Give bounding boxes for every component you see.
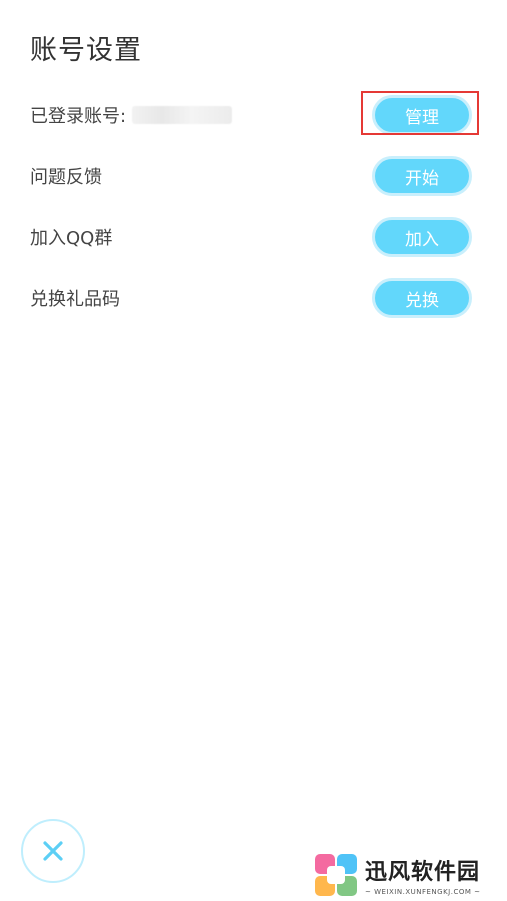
watermark-subtitle: ~ WEIXIN.XUNFENGKJ.COM ~: [365, 888, 481, 896]
close-button[interactable]: [21, 819, 85, 883]
row-feedback: 问题反馈 开始: [30, 154, 476, 198]
watermark-logo-icon: [315, 854, 357, 896]
watermark: 迅风软件园 ~ WEIXIN.XUNFENGKJ.COM ~: [313, 852, 503, 898]
close-icon: [43, 841, 63, 861]
logged-account-label: 已登录账号:: [30, 106, 127, 127]
row-gift-code: 兑换礼品码 兑换: [30, 276, 476, 320]
gift-code-label: 兑换礼品码: [30, 289, 120, 310]
start-feedback-button[interactable]: 开始: [372, 156, 472, 196]
masked-account-value: [132, 106, 233, 124]
row-qq-group: 加入QQ群 加入: [30, 215, 476, 259]
join-qq-button[interactable]: 加入: [372, 217, 472, 257]
watermark-title: 迅风软件园: [365, 860, 481, 885]
page-title: 账号设置: [30, 35, 142, 66]
feedback-label: 问题反馈: [30, 167, 102, 188]
qq-group-label: 加入QQ群: [30, 228, 113, 249]
highlight-box: [361, 91, 479, 135]
redeem-button[interactable]: 兑换: [372, 278, 472, 318]
